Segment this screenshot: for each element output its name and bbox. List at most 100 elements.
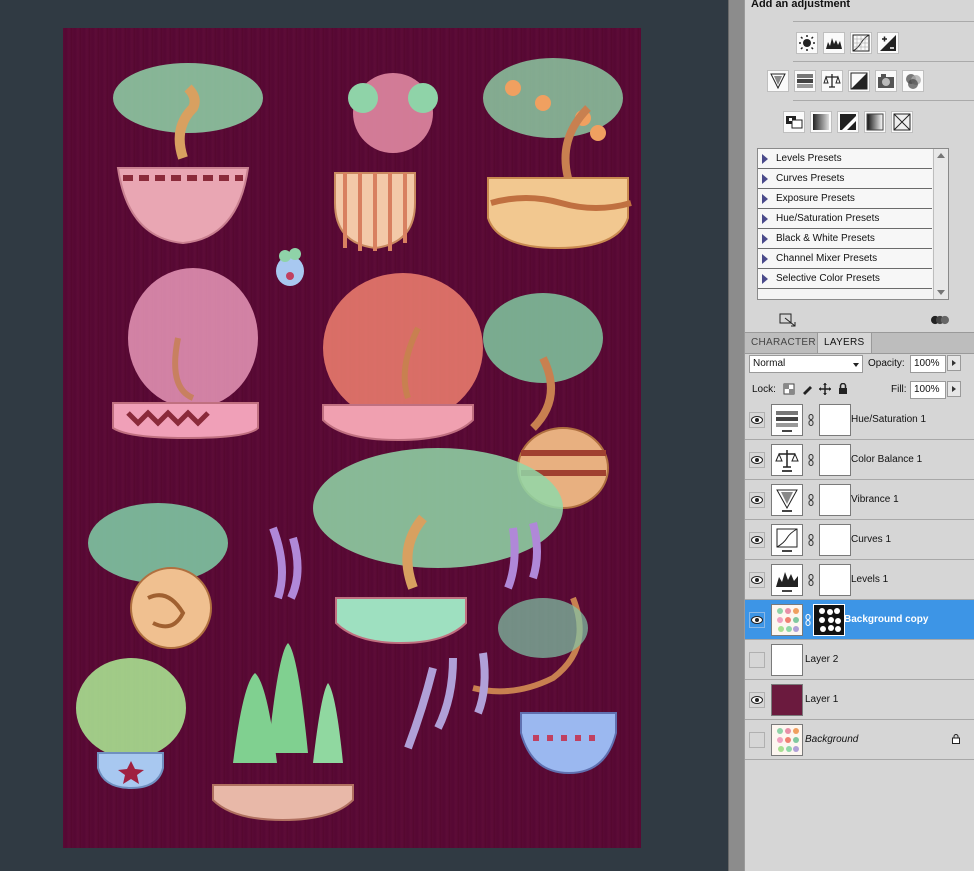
channel-mixer-icon[interactable] (902, 70, 924, 92)
link-chain-icon[interactable] (808, 414, 814, 426)
lock-all-icon[interactable] (837, 383, 849, 395)
expand-triangle-icon[interactable] (762, 273, 768, 284)
hue-saturation-icon[interactable] (794, 70, 816, 92)
layer-row-color-balance-1[interactable]: Color Balance 1 (745, 440, 974, 480)
clip-to-layer-icon[interactable] (931, 313, 949, 327)
expand-triangle-icon[interactable] (762, 233, 768, 244)
layer-mask-thumbnail[interactable] (819, 404, 851, 436)
expand-triangle-icon[interactable] (762, 253, 768, 264)
opacity-input[interactable]: 100% (910, 355, 946, 373)
expand-triangle-icon[interactable] (762, 193, 768, 204)
preset-item[interactable]: Channel Mixer Presets (758, 249, 932, 269)
threshold-icon[interactable] (837, 111, 859, 133)
curves-icon[interactable] (850, 32, 872, 54)
lock-position-icon[interactable] (819, 383, 831, 395)
layer-name[interactable]: Background copy (844, 600, 928, 640)
lock-transparent-pixels-icon[interactable] (783, 383, 795, 395)
bonsai-bowl-top-left (113, 63, 263, 245)
preset-item[interactable]: Exposure Presets (758, 189, 932, 209)
opacity-slider-button[interactable] (947, 355, 961, 371)
preset-item[interactable]: Selective Color Presets (758, 269, 932, 289)
lock-image-pixels-icon[interactable] (801, 383, 813, 395)
layer-row-curves-1[interactable]: Curves 1 (745, 520, 974, 560)
vibrance-icon (771, 484, 803, 516)
layer-row-hue-saturation-1[interactable]: Hue/Saturation 1 (745, 400, 974, 440)
layer-name[interactable]: Layer 2 (805, 640, 838, 680)
layer-row-layer-1[interactable]: Layer 1 (745, 680, 974, 720)
layer-mask-thumbnail[interactable] (819, 484, 851, 516)
preset-item[interactable]: Black & White Presets (758, 229, 932, 249)
gradient-map-icon[interactable] (864, 111, 886, 133)
fill-input[interactable]: 100% (910, 381, 946, 399)
layer-row-levels-1[interactable]: Levels 1 (745, 560, 974, 600)
color-balance-icon[interactable] (821, 70, 843, 92)
layer-name[interactable]: Levels 1 (851, 560, 888, 600)
adjustment-presets-list[interactable]: Levels Presets Curves Presets Exposure Pre… (757, 148, 949, 300)
visibility-eye-icon[interactable] (749, 412, 765, 428)
presets-scrollbar[interactable] (933, 149, 948, 299)
layer-name[interactable]: Color Balance 1 (851, 440, 922, 480)
visibility-eye-icon[interactable] (749, 452, 765, 468)
visibility-toggle-empty[interactable] (749, 652, 765, 668)
layer-mask-thumbnail[interactable] (819, 444, 851, 476)
layer-name[interactable]: Hue/Saturation 1 (851, 400, 926, 440)
preset-item[interactable]: Levels Presets (758, 149, 932, 169)
expand-triangle-icon[interactable] (762, 153, 768, 164)
preset-label: Hue/Saturation Presets (776, 213, 880, 224)
preset-label: Selective Color Presets (776, 273, 880, 284)
blend-mode-select[interactable]: Normal (749, 355, 863, 373)
visibility-toggle-empty[interactable] (749, 732, 765, 748)
layer-thumbnail-artwork (771, 604, 803, 636)
layer-name[interactable]: Layer 1 (805, 680, 838, 720)
expand-triangle-icon[interactable] (762, 173, 768, 184)
link-chain-icon[interactable] (808, 534, 814, 546)
layer-name[interactable]: Background (805, 720, 858, 760)
preset-label: Exposure Presets (776, 193, 855, 204)
black-white-icon[interactable] (848, 70, 870, 92)
levels-icon[interactable] (823, 32, 845, 54)
layer-row-background[interactable]: Background (745, 720, 974, 760)
expand-triangle-icon[interactable] (762, 213, 768, 224)
link-chain-icon[interactable] (808, 454, 814, 466)
layer-row-layer-2[interactable]: Layer 2 (745, 640, 974, 680)
visibility-eye-icon[interactable] (749, 692, 765, 708)
visibility-eye-icon[interactable] (749, 572, 765, 588)
link-chain-icon[interactable] (805, 614, 811, 626)
vibrance-icon[interactable] (767, 70, 789, 92)
invert-icon[interactable] (783, 111, 805, 133)
adjustments-title: Add an adjustment (751, 0, 851, 10)
curves-icon (771, 524, 803, 556)
bonsai-pink-blossom (112, 268, 259, 440)
scroll-up-arrow-icon[interactable] (937, 153, 945, 158)
layer-mask-thumbnail[interactable] (819, 524, 851, 556)
exposure-icon[interactable] (877, 32, 899, 54)
tab-character[interactable]: CHARACTER (745, 333, 822, 353)
fill-slider-button[interactable] (947, 381, 961, 397)
panel-dock-strip (728, 0, 745, 871)
preset-item[interactable]: Hue/Saturation Presets (758, 209, 932, 229)
visibility-eye-icon[interactable] (749, 532, 765, 548)
posterize-icon[interactable] (810, 111, 832, 133)
document-canvas[interactable] (63, 28, 641, 848)
photo-filter-icon[interactable] (875, 70, 897, 92)
return-to-list-icon[interactable] (779, 313, 797, 327)
selective-color-icon[interactable] (891, 111, 913, 133)
link-chain-icon[interactable] (808, 494, 814, 506)
preset-label: Channel Mixer Presets (776, 253, 878, 264)
layer-row-vibrance-1[interactable]: Vibrance 1 (745, 480, 974, 520)
brightness-contrast-icon[interactable] (796, 32, 818, 54)
visibility-eye-icon[interactable] (749, 492, 765, 508)
visibility-eye-icon[interactable] (749, 612, 765, 628)
layer-name[interactable]: Curves 1 (851, 520, 891, 560)
chevron-down-icon (853, 363, 859, 367)
fill-label: Fill: (891, 384, 907, 395)
layer-mask-thumbnail[interactable] (819, 564, 851, 596)
divider (793, 21, 974, 22)
layer-mask-thumbnail[interactable] (813, 604, 845, 636)
preset-item[interactable]: Curves Presets (758, 169, 932, 189)
layer-name[interactable]: Vibrance 1 (851, 480, 899, 520)
scroll-down-arrow-icon[interactable] (937, 290, 945, 295)
tab-layers[interactable]: LAYERS (817, 333, 872, 353)
layer-row-background-copy[interactable]: Background copy (745, 600, 974, 640)
link-chain-icon[interactable] (808, 574, 814, 586)
